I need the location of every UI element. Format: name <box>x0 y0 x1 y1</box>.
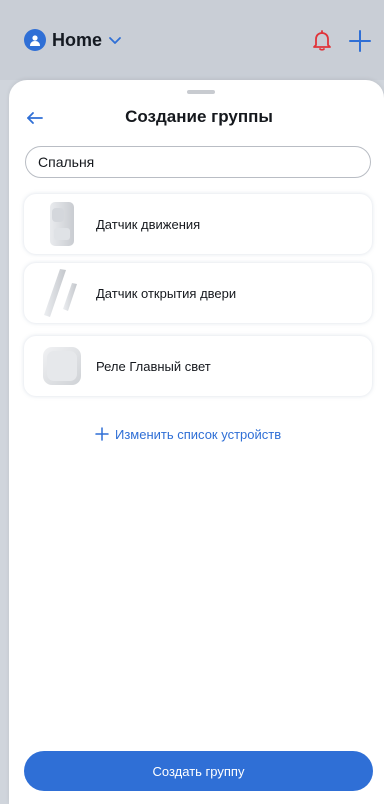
motion-sensor-icon <box>36 198 88 250</box>
edit-device-list-label: Изменить список устройств <box>115 426 282 442</box>
add-icon[interactable] <box>347 28 373 54</box>
sheet-drag-handle[interactable] <box>187 90 215 94</box>
chevron-down-icon <box>108 33 122 47</box>
device-card-motion-sensor[interactable]: Датчик движения <box>24 194 372 254</box>
back-arrow-icon[interactable] <box>23 106 47 130</box>
plus-icon <box>95 427 109 441</box>
create-group-button[interactable]: Создать группу <box>24 751 373 791</box>
top-app-bar: Home <box>0 0 384 80</box>
bell-icon[interactable] <box>310 28 334 52</box>
device-name: Реле Главный свет <box>96 358 211 374</box>
create-group-sheet: Создание группы Датчик движения <box>9 80 384 804</box>
relay-icon <box>36 340 88 392</box>
page-title: Создание группы <box>125 107 273 126</box>
edit-device-list-link[interactable]: Изменить список устройств <box>95 424 281 444</box>
device-name: Датчик открытия двери <box>96 285 237 301</box>
device-name: Датчик движения <box>96 216 201 232</box>
home-avatar-icon <box>24 29 46 51</box>
device-card-relay[interactable]: Реле Главный свет <box>24 336 372 396</box>
home-label: Home <box>52 29 103 50</box>
home-selector[interactable]: Home <box>24 26 122 54</box>
door-sensor-icon <box>36 267 88 319</box>
group-name-input[interactable] <box>25 146 371 178</box>
device-card-door-sensor[interactable]: Датчик открытия двери <box>24 263 372 323</box>
app-screen: Home Создание группы Спальня Датчик движ… <box>0 0 384 804</box>
